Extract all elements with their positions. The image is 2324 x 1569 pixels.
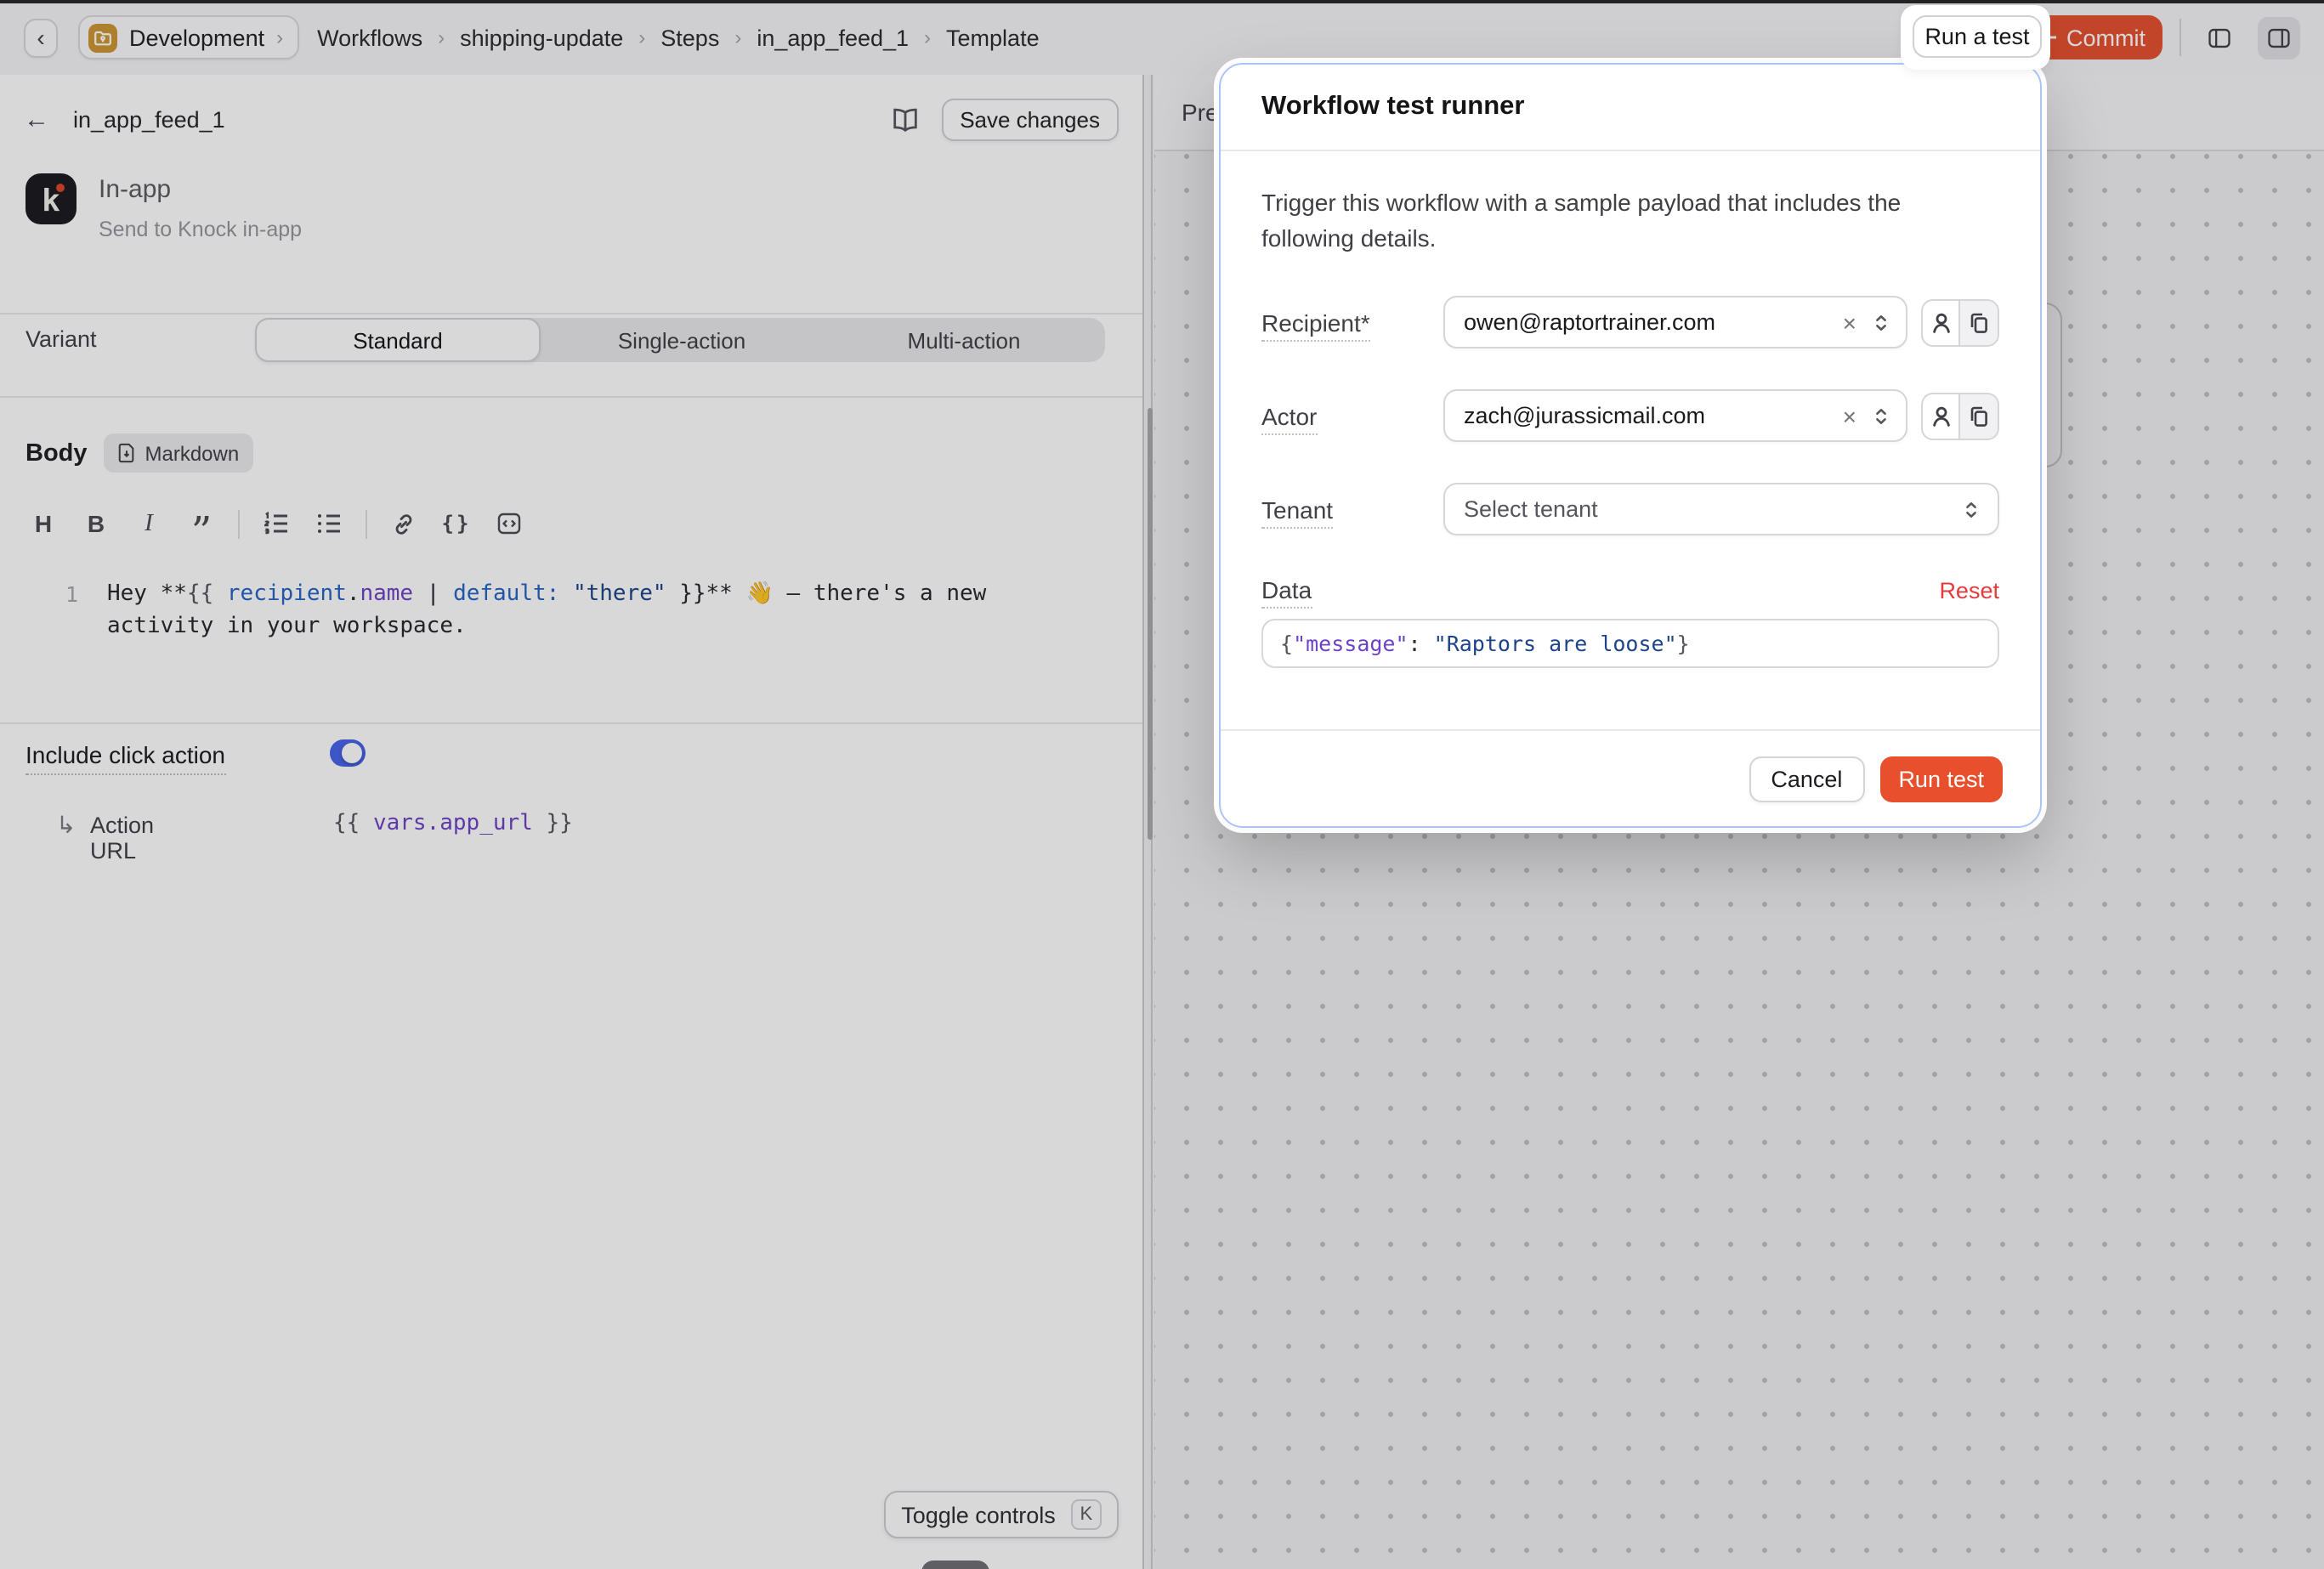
- workflow-test-runner-modal: Workflow test runner Trigger this workfl…: [1219, 63, 2042, 828]
- recipient-label: Recipient*: [1261, 309, 1443, 336]
- view-recipient-user-button[interactable]: [1921, 298, 1960, 346]
- modal-description: Trigger this workflow with a sample payl…: [1261, 185, 1999, 257]
- cancel-button[interactable]: Cancel: [1749, 756, 1864, 801]
- tenant-label: Tenant: [1261, 496, 1443, 523]
- reset-data-link[interactable]: Reset: [1939, 577, 1999, 603]
- copy-actor-button[interactable]: [1960, 392, 1999, 439]
- run-a-test-button[interactable]: Run a test: [1913, 15, 2042, 58]
- user-icon: [1929, 404, 1953, 428]
- data-json-input[interactable]: {"message": "Raptors are loose"}: [1261, 619, 1999, 668]
- recipient-combobox[interactable]: owen@raptortrainer.com ×: [1443, 296, 1907, 348]
- view-actor-user-button[interactable]: [1921, 392, 1960, 439]
- clear-actor-icon[interactable]: ×: [1843, 404, 1856, 428]
- modal-body: Trigger this workflow with a sample payl…: [1221, 151, 2040, 668]
- actor-label: Actor: [1261, 402, 1443, 429]
- tenant-select[interactable]: Select tenant: [1443, 483, 1999, 535]
- modal-header: Workflow test runner: [1221, 65, 2040, 151]
- modal-footer: Cancel Run test: [1221, 729, 2040, 826]
- select-chevrons-icon: [1872, 404, 1890, 428]
- modal-title: Workflow test runner: [1261, 92, 1524, 122]
- run-test-button[interactable]: Run test: [1879, 756, 2003, 801]
- window-top-edge: [0, 0, 2324, 3]
- clear-recipient-icon[interactable]: ×: [1843, 310, 1856, 334]
- recipient-value: owen@raptortrainer.com: [1464, 309, 1843, 335]
- copy-recipient-button[interactable]: [1960, 298, 1999, 346]
- user-icon: [1929, 310, 1953, 334]
- select-chevrons-icon: [1962, 497, 1981, 521]
- tenant-placeholder: Select tenant: [1464, 496, 1962, 522]
- copy-icon: [1967, 404, 1991, 428]
- recipient-row: Recipient* owen@raptortrainer.com ×: [1261, 296, 1999, 348]
- actor-value: zach@jurassicmail.com: [1464, 403, 1843, 428]
- select-chevrons-icon: [1872, 310, 1890, 334]
- actor-tools: [1921, 392, 1999, 439]
- copy-icon: [1967, 310, 1991, 334]
- data-section-header: Data Reset: [1261, 576, 1999, 603]
- actor-combobox[interactable]: zach@jurassicmail.com ×: [1443, 389, 1907, 442]
- data-label: Data: [1261, 576, 1443, 603]
- app-window: ‹ Development › Workflows › shipping-upd…: [0, 0, 2324, 1569]
- actor-row: Actor zach@jurassicmail.com ×: [1261, 389, 1999, 442]
- tenant-row: Tenant Select tenant: [1261, 483, 1999, 535]
- recipient-tools: [1921, 298, 1999, 346]
